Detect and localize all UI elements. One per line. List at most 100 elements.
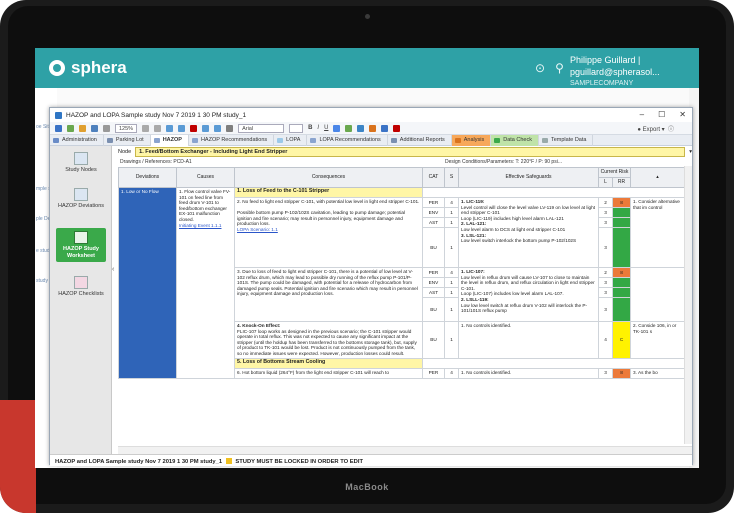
user-info[interactable]: Philippe Guillard | pguillard@spherasol.… [570, 54, 699, 90]
risk-l[interactable]: 3 [598, 217, 613, 228]
cat-cell[interactable]: PER [422, 367, 445, 379]
cat-cell[interactable]: BU [422, 297, 445, 322]
deviation-cell[interactable]: 1. Low or No Flow [118, 187, 177, 379]
risk-l[interactable]: 3 [598, 227, 613, 268]
maximize-icon[interactable]: ☐ [658, 110, 665, 119]
col-cat[interactable]: CAT [422, 167, 445, 188]
col-deviations[interactable]: Deviations [118, 167, 177, 188]
risk-l[interactable]: 3 [598, 207, 613, 218]
cat-cell[interactable]: PER [422, 197, 445, 208]
risk-l[interactable]: 2 [598, 267, 613, 278]
cat-cell[interactable]: AST [422, 287, 445, 298]
risk-l[interactable]: 3 [598, 277, 613, 288]
risk-rr[interactable] [611, 277, 632, 288]
spellcheck-icon[interactable] [345, 124, 353, 132]
print-icon[interactable] [103, 124, 110, 132]
consequence-cell[interactable]: 2. No feed to light end stripper C-101, … [234, 197, 423, 268]
bold-icon[interactable]: B [308, 125, 312, 131]
recommendation-cell[interactable]: 2. Conside 106, in or TK-101 s [630, 321, 686, 359]
sev-cell[interactable]: 1 [444, 297, 459, 322]
sphera-logo[interactable]: sphera [49, 58, 127, 78]
move-icon[interactable] [214, 124, 222, 132]
safeguard-cell[interactable]: 1. LIC-107: Low level in reflux drum will… [458, 267, 599, 322]
risk-rr[interactable]: 8 [611, 267, 632, 278]
user-icon[interactable]: ⚲ [555, 61, 564, 75]
recommendation-cell[interactable]: 1. Consider alternative that im control [630, 197, 686, 268]
node-select[interactable]: 1. Feed/Bottom Exchanger - Including Lig… [135, 146, 686, 157]
design-value[interactable]: T: 220°F / P: 90 psi... [516, 159, 562, 165]
col-l[interactable]: L [598, 177, 613, 188]
risk-l[interactable]: 3 [598, 287, 613, 298]
tab-hazop[interactable]: HAZOP [150, 135, 189, 146]
col-causes[interactable]: Causes [176, 167, 235, 188]
tab-analysis[interactable]: Analysis [451, 135, 492, 146]
cat-cell[interactable]: BU [422, 321, 445, 359]
risk-rr[interactable]: C [611, 321, 632, 359]
risk-l[interactable]: 4 [598, 321, 613, 359]
filter-funnel-icon[interactable] [381, 124, 389, 132]
insert-row-icon[interactable] [202, 124, 210, 132]
risk-l[interactable]: 3 [598, 297, 613, 322]
risk-rr[interactable] [611, 287, 632, 298]
risk-rr[interactable] [611, 297, 632, 322]
sev-cell[interactable]: 1 [444, 217, 459, 228]
open-icon[interactable] [79, 124, 86, 132]
horizontal-scrollbar[interactable] [118, 446, 692, 454]
font-size-select[interactable] [289, 123, 304, 133]
settings-icon[interactable] [357, 124, 365, 132]
paste-icon[interactable] [178, 124, 186, 132]
save-icon[interactable] [55, 124, 62, 132]
sev-cell[interactable]: 4 [444, 197, 459, 208]
recommendation-cell[interactable] [630, 267, 686, 322]
undo-icon[interactable] [142, 124, 150, 132]
nav-study-nodes[interactable]: Study Nodes [56, 152, 106, 174]
sev-cell[interactable]: 1 [444, 277, 459, 288]
sev-cell[interactable]: 1 [444, 287, 459, 298]
recommendation-cell[interactable]: 3. As the bo [630, 367, 686, 379]
risk-rr[interactable]: 8 [611, 197, 632, 208]
risk-rr[interactable] [611, 227, 632, 268]
format-icon[interactable] [333, 124, 341, 132]
col-consequences[interactable]: Consequences [234, 167, 423, 188]
col-rr[interactable]: RR [611, 177, 632, 188]
col-current-risk[interactable]: Current Risk [597, 167, 632, 178]
lopa-link[interactable]: LOPA Scenario: 1.1 [237, 227, 420, 233]
sev-cell[interactable]: 4 [444, 267, 459, 278]
redo-icon[interactable] [154, 124, 162, 132]
risk-rr[interactable] [611, 217, 632, 228]
safeguard-cell[interactable]: 1. LIC-119: Level control will close the … [458, 197, 599, 268]
vertical-scrollbar[interactable] [684, 166, 692, 444]
chart-icon[interactable] [369, 124, 377, 132]
export-button[interactable]: ● Export ▾ ⓘ [637, 124, 674, 133]
delete-icon[interactable] [190, 124, 198, 132]
col-s[interactable]: S [444, 167, 459, 188]
cat-cell[interactable]: AST [422, 217, 445, 228]
chevron-down-icon[interactable]: ▾ [689, 149, 692, 155]
sev-cell[interactable]: 1 [444, 207, 459, 218]
cause-cell[interactable]: 1. Flow control valve FV-101 on feed lin… [176, 187, 235, 379]
risk-rr[interactable]: 8 [611, 367, 632, 379]
underline-icon[interactable]: U [324, 125, 328, 131]
risk-rr[interactable] [611, 207, 632, 218]
filter-icon[interactable] [226, 124, 234, 132]
italic-icon[interactable]: I [317, 125, 319, 131]
tab-template-data[interactable]: Template Data [539, 135, 594, 146]
drawings-value[interactable]: PCD-A1 [173, 159, 191, 165]
new-icon[interactable] [67, 124, 74, 132]
cause-link[interactable]: Initiating Event 1.1.1 [179, 223, 232, 229]
tab-additional-reports[interactable]: Additional Reports [388, 135, 452, 146]
nav-hazop-deviations[interactable]: HAZOP Deviations [56, 188, 106, 210]
tab-data-check[interactable]: Data Check [491, 135, 539, 146]
tab-lopa[interactable]: LOPA [274, 135, 308, 146]
pdf-icon[interactable] [393, 124, 401, 132]
cat-cell[interactable]: BU [422, 227, 445, 268]
edit-icon[interactable] [91, 124, 98, 132]
tab-hazop-recommendations[interactable]: HAZOP Recommendations [189, 135, 275, 146]
tab-parking-lot[interactable]: Parking Lot [104, 135, 151, 146]
cat-cell[interactable]: PER [422, 267, 445, 278]
zoom-select[interactable]: 125% [115, 123, 138, 133]
close-icon[interactable]: ✕ [679, 110, 686, 119]
risk-l[interactable]: 3 [598, 367, 613, 379]
sev-cell[interactable]: 4 [444, 367, 459, 379]
tab-lopa-recommendations[interactable]: LOPA Recommendations [307, 135, 388, 146]
